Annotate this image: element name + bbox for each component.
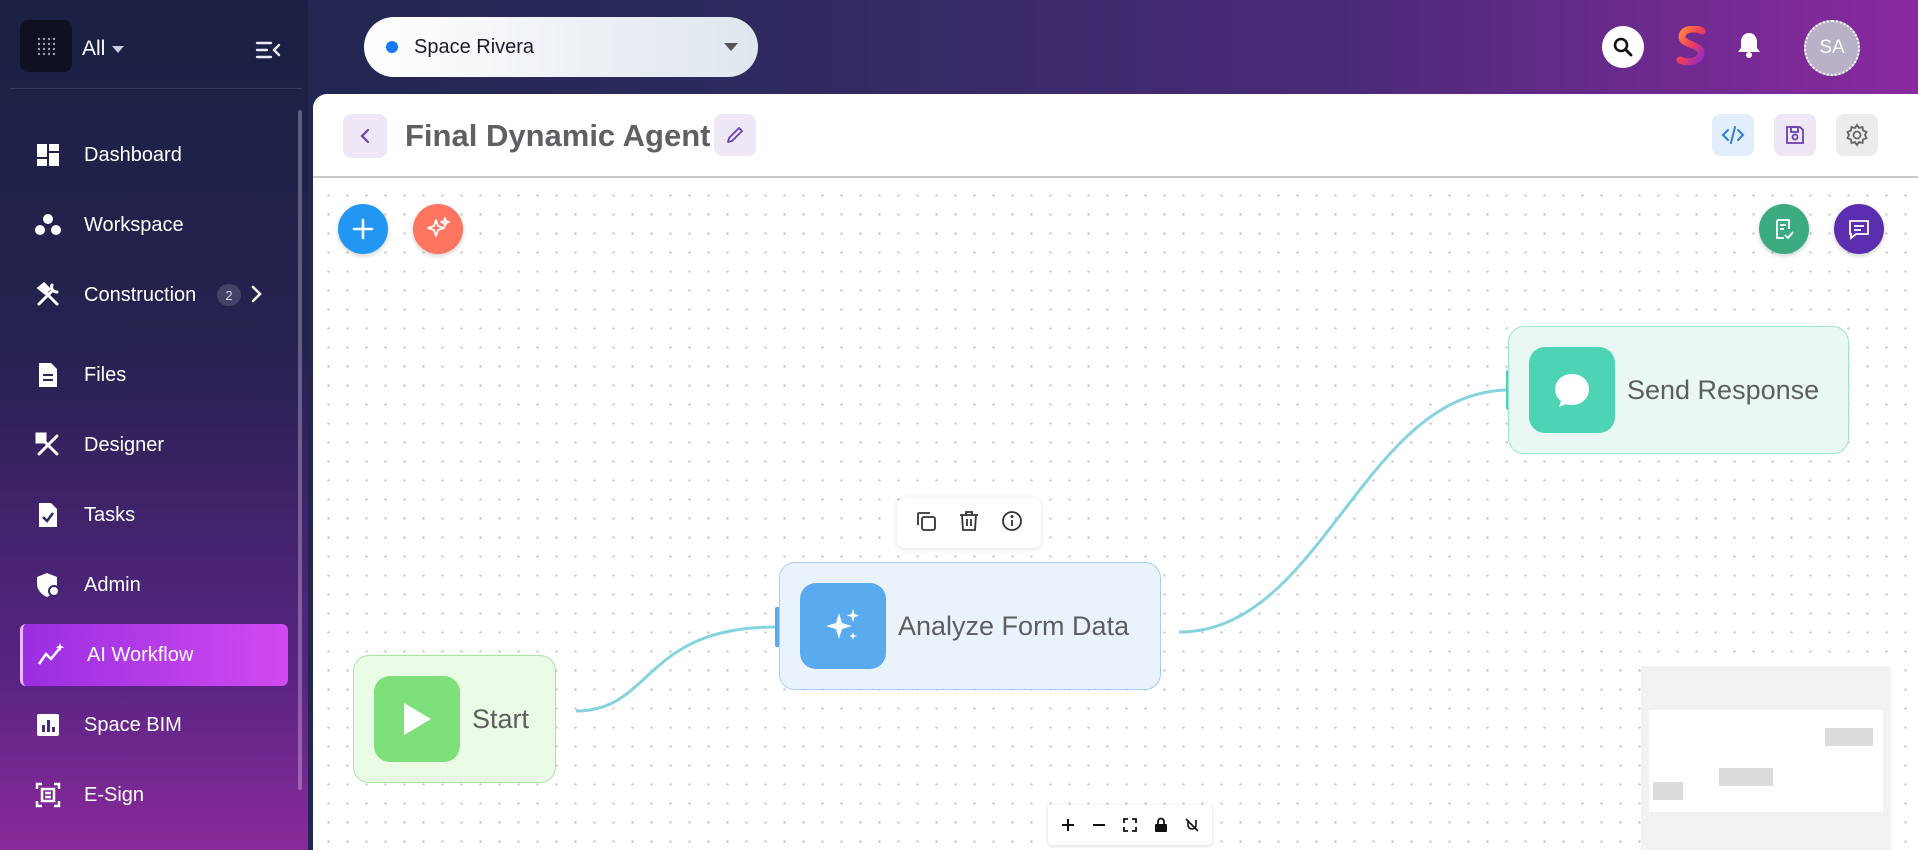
page-title: Final Dynamic Agent bbox=[405, 118, 711, 153]
grid-dots-icon bbox=[37, 37, 56, 56]
brand-logo-icon[interactable] bbox=[1674, 25, 1710, 66]
edge-start-to-analyze[interactable] bbox=[575, 625, 776, 713]
editor-header: Final Dynamic Agent bbox=[313, 94, 1918, 178]
play-icon bbox=[374, 676, 460, 762]
sidebar-item-label: Designer bbox=[84, 433, 165, 456]
chart-icon bbox=[34, 711, 62, 739]
save-button[interactable] bbox=[1774, 114, 1816, 156]
sidebar-scrollbar[interactable] bbox=[298, 110, 302, 790]
settings-button[interactable] bbox=[1836, 114, 1878, 156]
sidebar: All Dashboard Workspace Construction 2 F… bbox=[0, 0, 308, 850]
minimap[interactable] bbox=[1641, 666, 1891, 850]
workflow-node-start[interactable]: Start bbox=[353, 655, 556, 783]
workflow-node-analyze-form-data[interactable]: Analyze Form Data bbox=[779, 562, 1161, 690]
construction-icon bbox=[34, 281, 62, 309]
pencil-icon bbox=[727, 127, 743, 143]
sidebar-item-space-bim[interactable]: Space BIM bbox=[20, 694, 288, 756]
node-label: Start bbox=[472, 703, 530, 734]
space-status-dot bbox=[386, 41, 398, 53]
sidebar-item-label: AI Workflow bbox=[87, 643, 194, 666]
tasks-icon bbox=[34, 501, 62, 529]
sidebar-item-label: Dashboard bbox=[84, 143, 182, 166]
dashboard-icon bbox=[34, 141, 62, 169]
duplicate-icon[interactable] bbox=[914, 509, 938, 538]
sidebar-item-label: Space BIM bbox=[84, 713, 182, 736]
sidebar-item-dashboard[interactable]: Dashboard bbox=[20, 124, 288, 186]
code-icon bbox=[1721, 126, 1745, 144]
message-bubble-icon bbox=[1529, 347, 1615, 433]
disconnect-icon[interactable] bbox=[1178, 811, 1206, 839]
chevron-right-icon[interactable] bbox=[250, 284, 264, 310]
node-label: Analyze Form Data bbox=[898, 610, 1130, 641]
workflow-editor-panel: Final Dynamic Agent Start Analyze Form D… bbox=[313, 94, 1918, 850]
ai-workflow-icon bbox=[37, 641, 65, 669]
workflow-canvas[interactable]: Start Analyze Form Data Send Response bbox=[313, 180, 1918, 850]
workspace-icon bbox=[34, 211, 62, 239]
minimap-node bbox=[1825, 728, 1873, 746]
workflow-node-send-response[interactable]: Send Response bbox=[1508, 326, 1849, 454]
sidebar-item-designer[interactable]: Designer bbox=[20, 414, 288, 476]
edit-title-button[interactable] bbox=[714, 114, 756, 156]
minimap-node bbox=[1653, 782, 1683, 800]
file-icon bbox=[34, 361, 62, 389]
lock-icon[interactable] bbox=[1147, 811, 1175, 839]
node-label: Send Response bbox=[1627, 374, 1820, 405]
sidebar-item-label: Files bbox=[84, 363, 127, 386]
zoom-in-icon[interactable] bbox=[1054, 811, 1082, 839]
sidebar-item-label: Construction bbox=[84, 283, 197, 306]
back-button[interactable] bbox=[343, 114, 387, 158]
sidebar-item-files[interactable]: Files bbox=[20, 344, 288, 406]
sidebar-item-label: Workspace bbox=[84, 213, 184, 236]
sidebar-divider bbox=[10, 88, 302, 89]
sidebar-header: All bbox=[20, 20, 296, 72]
collapse-sidebar-icon[interactable] bbox=[254, 38, 282, 67]
search-icon bbox=[1613, 37, 1633, 57]
notifications-bell-icon[interactable] bbox=[1736, 31, 1762, 64]
admin-icon bbox=[34, 571, 62, 599]
sidebar-item-workspace[interactable]: Workspace bbox=[20, 194, 288, 256]
minimap-viewport[interactable] bbox=[1649, 710, 1883, 812]
sidebar-item-label: E-Sign bbox=[84, 783, 145, 806]
sidebar-item-e-sign[interactable]: E-Sign bbox=[20, 764, 288, 826]
canvas-controls bbox=[1048, 805, 1212, 845]
save-icon bbox=[1786, 126, 1804, 144]
zoom-out-icon[interactable] bbox=[1085, 811, 1113, 839]
user-avatar[interactable]: SA bbox=[1804, 20, 1860, 76]
code-view-button[interactable] bbox=[1712, 114, 1754, 156]
sparkle-icon bbox=[800, 583, 886, 669]
sidebar-item-ai-workflow[interactable]: AI Workflow bbox=[20, 624, 288, 686]
count-badge: 2 bbox=[217, 284, 241, 306]
designer-icon bbox=[34, 431, 62, 459]
space-name: Space Rivera bbox=[414, 35, 535, 58]
scope-selector[interactable]: All bbox=[82, 37, 105, 61]
esign-icon bbox=[34, 781, 62, 809]
app-launcher-button[interactable] bbox=[20, 20, 72, 72]
minimap-node bbox=[1719, 768, 1773, 786]
sidebar-item-tasks[interactable]: Tasks bbox=[20, 484, 288, 546]
fit-view-icon[interactable] bbox=[1116, 811, 1144, 839]
gear-icon bbox=[1846, 123, 1868, 147]
node-toolbar bbox=[897, 498, 1041, 548]
search-button[interactable] bbox=[1602, 26, 1644, 68]
caret-down-icon bbox=[724, 43, 738, 51]
scope-caret-icon[interactable] bbox=[112, 46, 124, 53]
chevron-left-icon bbox=[360, 128, 370, 144]
space-selector[interactable]: Space Rivera bbox=[364, 17, 758, 77]
info-icon[interactable] bbox=[1000, 509, 1024, 538]
sidebar-item-label: Tasks bbox=[84, 503, 136, 526]
trash-icon[interactable] bbox=[957, 509, 981, 538]
edge-analyze-to-send[interactable] bbox=[1178, 388, 1511, 634]
sidebar-item-admin[interactable]: Admin bbox=[20, 554, 288, 616]
sidebar-item-label: Admin bbox=[84, 573, 141, 596]
sidebar-item-construction[interactable]: Construction 2 bbox=[20, 264, 288, 326]
